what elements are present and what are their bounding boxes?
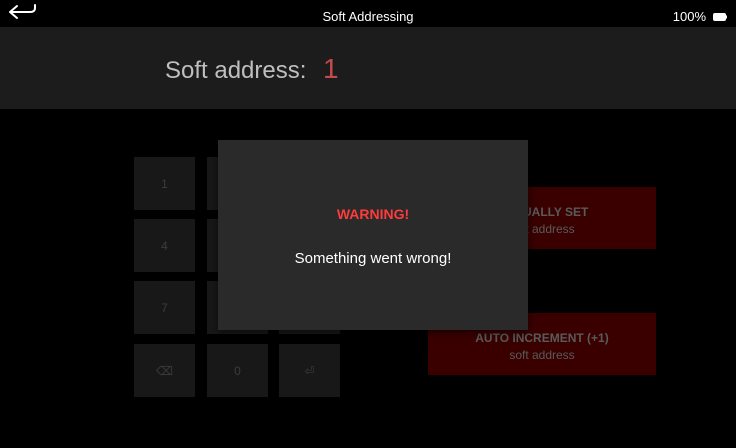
battery-percentage: 100% bbox=[672, 9, 706, 24]
keypad-enter-icon[interactable]: ⏎ bbox=[279, 344, 340, 397]
soft-address-label: Soft address: bbox=[165, 57, 307, 84]
keypad-key-1[interactable]: 1 bbox=[134, 157, 195, 210]
soft-address-value: 1 bbox=[323, 53, 339, 84]
keypad-key-4[interactable]: 4 bbox=[134, 219, 195, 272]
keypad-key-7[interactable]: 7 bbox=[134, 281, 195, 334]
auto-increment-sublabel: soft address bbox=[509, 348, 575, 362]
battery-icon bbox=[713, 13, 727, 21]
status-title: Soft Addressing bbox=[322, 9, 414, 24]
dialog-message: Something went wrong! bbox=[294, 250, 452, 267]
keypad-key-0[interactable]: 0 bbox=[207, 344, 268, 397]
auto-increment-label: AUTO INCREMENT (+1) bbox=[475, 331, 609, 345]
warning-dialog: WARNING! Something went wrong! bbox=[218, 140, 528, 330]
keypad-backspace-icon[interactable]: ⌫ bbox=[134, 344, 195, 397]
soft-address-header: Soft address: 1 bbox=[0, 27, 736, 109]
dialog-title: WARNING! bbox=[336, 206, 410, 222]
status-bar: Soft Addressing 100% bbox=[0, 0, 736, 27]
